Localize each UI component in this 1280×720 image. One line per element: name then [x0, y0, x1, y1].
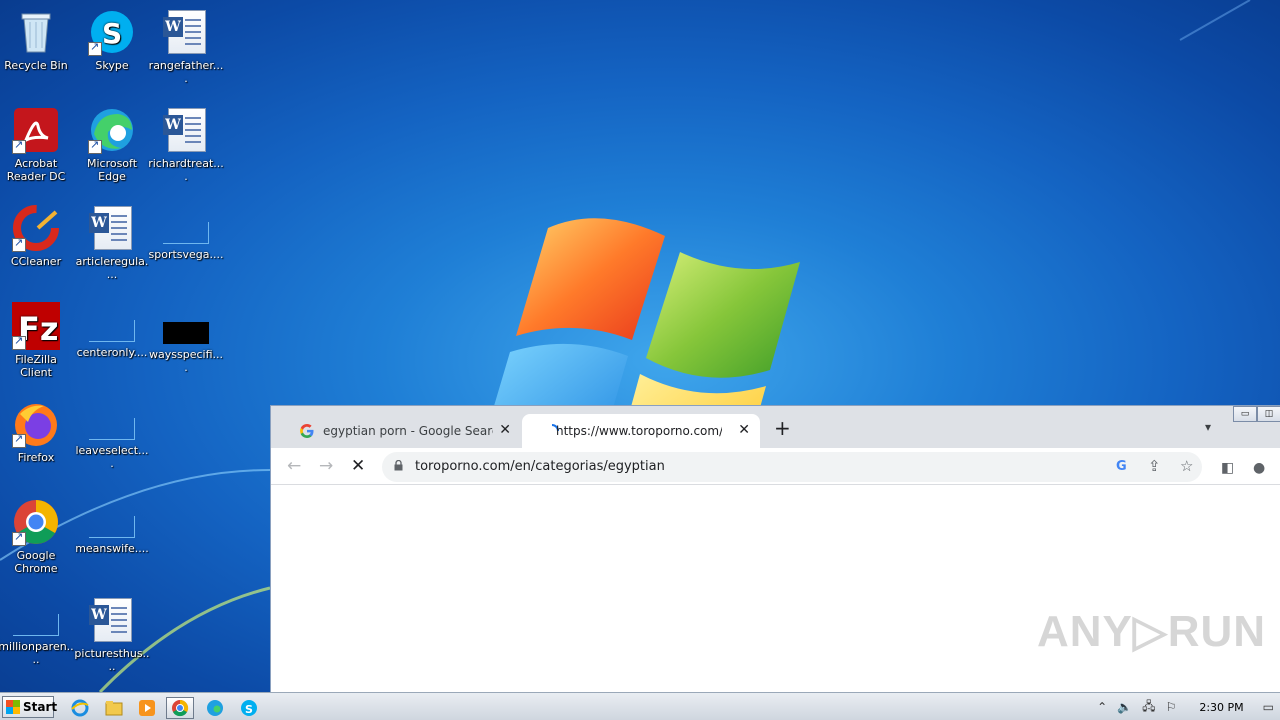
- desktop-icon-millionparen[interactable]: millionparen....: [0, 596, 74, 666]
- blank-file-icon: [13, 614, 59, 636]
- tab-google-search[interactable]: egyptian porn - Google Search ✕: [277, 414, 521, 448]
- taskbar-explorer-icon[interactable]: [100, 697, 128, 719]
- taskbar-ie-icon[interactable]: [66, 697, 94, 719]
- blank-file-icon: [89, 516, 135, 538]
- black-file-icon: [163, 322, 209, 344]
- start-button[interactable]: Start: [2, 696, 57, 718]
- ccleaner-icon: [12, 204, 60, 252]
- blank-file-icon: [89, 418, 135, 440]
- google-lens-g-icon[interactable]: G: [1116, 458, 1127, 475]
- desktop-icon-articleregula[interactable]: W articleregula....: [74, 204, 150, 281]
- desktop-icon-meanswife[interactable]: meanswife....: [74, 498, 150, 555]
- svg-text:S: S: [102, 17, 122, 50]
- desktop-icon-ccleaner[interactable]: CCleaner: [0, 204, 74, 268]
- window-controls: ▭ ◫: [1233, 406, 1280, 422]
- word-document-icon: W: [88, 204, 136, 252]
- desktop-icon-filezilla[interactable]: Fz FileZilla Client: [0, 302, 74, 379]
- new-tab-button[interactable]: +: [774, 418, 791, 438]
- chrome-window: egyptian porn - Google Search ✕ https://…: [270, 405, 1280, 693]
- volume-icon[interactable]: 🔈: [1117, 700, 1132, 714]
- google-favicon-icon: [300, 424, 314, 438]
- tab-close-icon[interactable]: ✕: [499, 422, 511, 438]
- desktop-icon-acrobat[interactable]: Acrobat Reader DC: [0, 106, 74, 183]
- shortcut-arrow-icon: [88, 40, 102, 56]
- desktop-icon-chrome[interactable]: Google Chrome: [0, 498, 74, 575]
- shortcut-arrow-icon: [12, 530, 26, 546]
- svg-text:S: S: [245, 703, 253, 716]
- skype-icon: S: [88, 8, 136, 56]
- lock-icon: [394, 460, 403, 471]
- desktop-icon-firefox[interactable]: Firefox: [0, 400, 74, 464]
- desktop-icon-sportsvega[interactable]: sportsvega....: [148, 204, 224, 261]
- desktop-icon-waysspecifi[interactable]: waysspecifi....: [148, 302, 224, 374]
- bookmark-star-icon[interactable]: ☆: [1180, 458, 1193, 475]
- desktop-icon-recycle-bin[interactable]: Recycle Bin: [0, 8, 74, 72]
- blank-file-icon: [163, 222, 209, 244]
- page-content: ANY▷RUN: [271, 486, 1280, 693]
- word-document-icon: W: [162, 106, 210, 154]
- shortcut-arrow-icon: [12, 432, 26, 448]
- desktop-icon-richardtreat[interactable]: W richardtreat....: [148, 106, 224, 183]
- anyrun-watermark: ANY▷RUN: [1037, 607, 1267, 656]
- clock[interactable]: 2:30 PM: [1199, 701, 1243, 714]
- tab-strip: egyptian porn - Google Search ✕ https://…: [271, 406, 1280, 448]
- taskbar-edge-icon[interactable]: [201, 697, 229, 719]
- shortcut-arrow-icon: [12, 138, 26, 154]
- desktop-icon-edge[interactable]: Microsoft Edge: [74, 106, 150, 183]
- taskbar-skype-icon[interactable]: S: [235, 697, 263, 719]
- action-center-flag-icon[interactable]: ⚐: [1166, 700, 1177, 714]
- shortcut-arrow-icon: [12, 236, 26, 252]
- windows-flag-icon: [6, 700, 20, 714]
- desktop-icon-rangefather[interactable]: W rangefather....: [148, 8, 224, 85]
- acrobat-icon: [12, 106, 60, 154]
- tab-title: https://www.toroporno.com/en/cate: [556, 424, 722, 438]
- recycle-bin-icon: [12, 8, 60, 56]
- tab-search-chevron-icon[interactable]: ▾: [1205, 420, 1211, 434]
- tab-title: egyptian porn - Google Search: [323, 424, 493, 438]
- edge-icon: [88, 106, 136, 154]
- blank-file-icon: [89, 320, 135, 342]
- share-icon[interactable]: ⇪: [1148, 458, 1161, 475]
- network-icon[interactable]: 🖧: [1142, 697, 1155, 718]
- word-document-icon: W: [88, 596, 136, 644]
- desktop-icon-picturesthus[interactable]: W picturesthus....: [74, 596, 150, 673]
- url-text: toroporno.com/en/categorias/egyptian: [415, 459, 665, 474]
- system-tray: ⌃ 🔈 🖧 ⚐ 2:30 PM ▭: [1092, 693, 1280, 720]
- minimize-icon[interactable]: ▭: [1233, 406, 1257, 422]
- chrome-icon: [12, 498, 60, 546]
- address-bar[interactable]: toroporno.com/en/categorias/egyptian G ⇪…: [382, 452, 1202, 482]
- desktop-icon-leaveselect[interactable]: leaveselect....: [74, 400, 150, 470]
- restore-icon[interactable]: ◫: [1257, 406, 1280, 422]
- desktop-icon-skype[interactable]: S Skype: [74, 8, 150, 72]
- desktop-icon-centeronly[interactable]: centeronly....: [74, 302, 150, 359]
- filezilla-icon: Fz: [12, 302, 60, 350]
- shortcut-arrow-icon: [12, 334, 26, 350]
- stop-loading-icon[interactable]: ✕: [351, 456, 365, 476]
- tray-expand-icon[interactable]: ⌃: [1097, 700, 1107, 714]
- side-panel-icon[interactable]: ◧: [1221, 458, 1234, 478]
- browser-toolbar: ← → ✕ toroporno.com/en/categorias/egypti…: [271, 448, 1280, 485]
- tab-toroporno[interactable]: https://www.toroporno.com/en/cate ✕: [522, 414, 760, 448]
- taskbar: Start S ⌃ 🔈 🖧 ⚐ 2:30 PM ▭: [0, 692, 1280, 720]
- word-document-icon: W: [162, 8, 210, 56]
- profile-avatar-icon[interactable]: ●: [1253, 458, 1265, 478]
- forward-arrow-icon[interactable]: →: [319, 456, 333, 476]
- taskbar-chrome-icon[interactable]: [166, 697, 194, 719]
- tab-close-icon[interactable]: ✕: [738, 422, 750, 438]
- taskbar-media-player-icon[interactable]: [133, 697, 161, 719]
- firefox-icon: [12, 400, 60, 448]
- back-arrow-icon[interactable]: ←: [287, 456, 301, 476]
- show-desktop-icon[interactable]: ▭: [1263, 700, 1274, 714]
- shortcut-arrow-icon: [88, 138, 102, 154]
